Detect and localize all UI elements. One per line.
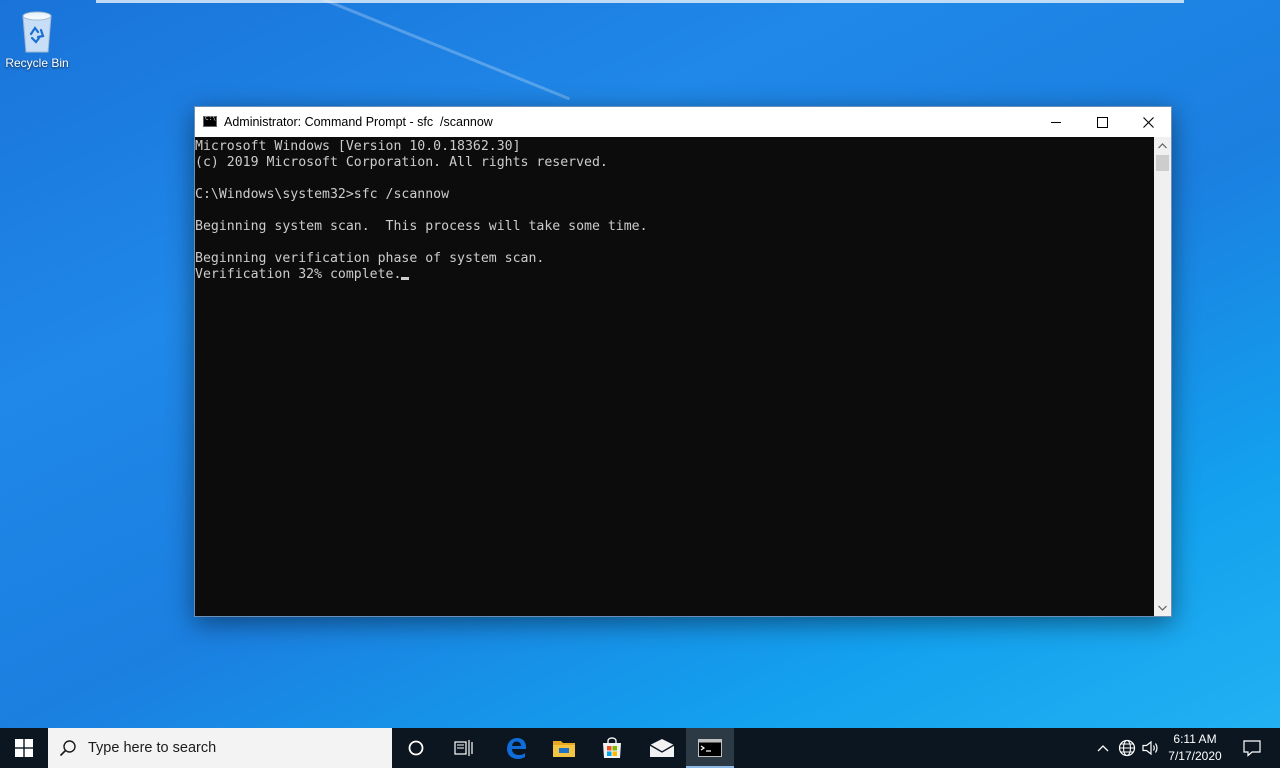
scrollbar-thumb[interactable] [1156,155,1169,171]
globe-icon [1118,739,1136,757]
close-button[interactable] [1125,107,1171,137]
console-line-text: Verification 32% complete. [195,267,402,282]
cortana-button[interactable] [392,728,440,768]
maximize-button[interactable] [1079,107,1125,137]
search-box[interactable]: Type here to search [48,728,392,768]
store-button[interactable] [588,728,636,768]
task-view-icon [454,740,473,756]
console-output[interactable]: Microsoft Windows [Version 10.0.18362.30… [195,137,1155,616]
console-line: (c) 2019 Microsoft Corporation. All righ… [195,155,608,170]
network-button[interactable] [1116,728,1138,768]
window-title: Administrator: Command Prompt - sfc /sca… [224,115,493,129]
minimize-button[interactable] [1033,107,1079,137]
taskbar: Type here to search 6:11 AM 7/17/2020 [0,728,1280,768]
console-line: Beginning verification phase of system s… [195,251,545,266]
clock-date: 7/17/2020 [1168,749,1222,763]
command-prompt-icon [698,739,722,757]
text-cursor [401,277,410,280]
command-prompt-app-icon[interactable] [203,115,217,127]
chevron-up-icon [1097,745,1109,752]
mail-icon [649,739,675,757]
file-explorer-icon [553,741,575,757]
console-line: Beginning system scan. This process will… [195,219,648,234]
mail-button[interactable] [638,728,686,768]
minimize-icon [1051,121,1061,123]
scroll-up-button[interactable] [1154,137,1171,154]
clock[interactable]: 6:11 AM 7/17/2020 [1160,731,1230,765]
file-explorer-button[interactable] [540,728,588,768]
chevron-up-icon [1158,142,1167,148]
command-prompt-window[interactable]: Administrator: Command Prompt - sfc /sca… [194,106,1172,617]
console-line: Microsoft Windows [Version 10.0.18362.30… [195,139,521,154]
store-icon [603,737,621,758]
vertical-scrollbar[interactable] [1154,137,1171,616]
wallpaper-light-beam [179,0,570,101]
recycle-bin-shortcut[interactable]: Recycle Bin [4,8,70,70]
action-center-button[interactable] [1232,728,1272,768]
console-line: C:\Windows\system32>sfc /scannow [195,187,450,202]
desktop: Recycle Bin Administrator: Command Promp… [0,0,1280,728]
cortana-icon [408,740,424,756]
close-icon [1142,116,1154,128]
edge-icon [507,738,526,759]
start-button[interactable] [0,728,48,768]
edge-button[interactable] [492,728,540,768]
search-icon [48,739,88,757]
command-prompt-taskbar-button[interactable] [686,728,734,768]
windows-logo-icon [15,739,33,757]
scroll-down-button[interactable] [1154,599,1171,616]
speaker-icon [1142,740,1158,756]
recycle-bin-label: Recycle Bin [5,56,69,70]
volume-button[interactable] [1140,728,1162,768]
background-window-edge [96,0,1184,3]
show-hidden-icons-button[interactable] [1092,728,1114,768]
search-placeholder: Type here to search [88,740,217,756]
console-line-last: Verification 32% complete. [195,267,1155,283]
recycle-bin-icon [17,8,57,54]
notification-icon [1243,740,1261,757]
clock-time: 6:11 AM [1173,732,1217,746]
title-bar[interactable]: Administrator: Command Prompt - sfc /sca… [195,107,1171,137]
maximize-icon [1096,116,1108,128]
task-view-button[interactable] [440,728,488,768]
chevron-down-icon [1158,605,1167,611]
